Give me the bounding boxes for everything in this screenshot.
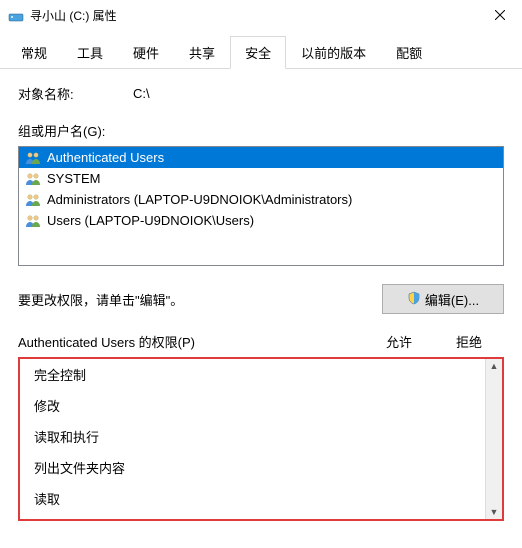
list-item[interactable]: Users (LAPTOP-U9DNOIOK\Users) <box>19 210 503 231</box>
permissions-title: Authenticated Users 的权限(P) <box>18 332 364 351</box>
permission-item[interactable]: 读取 <box>20 483 486 514</box>
permission-item[interactable]: 列出文件夹内容 <box>20 452 486 483</box>
tab-安全[interactable]: 安全 <box>230 36 286 69</box>
titlebar: 寻小山 (C:) 属性 <box>0 0 522 30</box>
users-icon <box>25 214 43 228</box>
edit-button-label: 编辑(E)... <box>425 290 479 309</box>
scroll-down-icon[interactable]: ▼ <box>486 505 502 519</box>
list-item[interactable]: Authenticated Users <box>19 147 503 168</box>
list-item[interactable]: Administrators (LAPTOP-U9DNOIOK\Administ… <box>19 189 503 210</box>
tab-配额[interactable]: 配额 <box>381 36 437 68</box>
permission-item[interactable]: 完全控制 <box>20 359 486 390</box>
properties-dialog: 寻小山 (C:) 属性 常规工具硬件共享安全以前的版本配额 对象名称: C:\ … <box>0 0 522 548</box>
users-icon <box>25 172 43 186</box>
scroll-up-icon[interactable]: ▲ <box>486 359 502 373</box>
users-icon <box>25 151 43 165</box>
allow-column-label: 允许 <box>364 332 434 351</box>
permission-item[interactable]: 写入 <box>20 514 486 519</box>
list-item-label: Authenticated Users <box>47 150 164 165</box>
shield-icon <box>407 291 421 308</box>
object-name-row: 对象名称: C:\ <box>18 84 504 103</box>
edit-row: 要更改权限，请单击"编辑"。 编辑(E)... <box>18 284 504 314</box>
list-item-label: SYSTEM <box>47 171 100 186</box>
list-item-label: Users (LAPTOP-U9DNOIOK\Users) <box>47 213 254 228</box>
list-item-label: Administrators (LAPTOP-U9DNOIOK\Administ… <box>47 192 352 207</box>
tab-工具[interactable]: 工具 <box>62 36 118 68</box>
users-icon <box>25 193 43 207</box>
window-title: 寻小山 (C:) 属性 <box>30 7 117 24</box>
edit-hint: 要更改权限，请单击"编辑"。 <box>18 290 183 309</box>
object-name-label: 对象名称: <box>18 84 133 103</box>
tab-bar: 常规工具硬件共享安全以前的版本配额 <box>0 30 522 69</box>
groups-listbox[interactable]: Authenticated Users SYSTEM Administrators … <box>18 146 504 266</box>
permission-item[interactable]: 读取和执行 <box>20 421 486 452</box>
permission-item[interactable]: 修改 <box>20 390 486 421</box>
tab-常规[interactable]: 常规 <box>6 36 62 68</box>
groups-label: 组或用户名(G): <box>18 124 105 139</box>
edit-button[interactable]: 编辑(E)... <box>382 284 504 314</box>
tab-共享[interactable]: 共享 <box>174 36 230 68</box>
tab-以前的版本[interactable]: 以前的版本 <box>286 36 381 68</box>
tab-硬件[interactable]: 硬件 <box>118 36 174 68</box>
scrollbar[interactable]: ▲ ▼ <box>485 359 502 519</box>
close-button[interactable] <box>477 0 522 30</box>
tab-panel-security: 对象名称: C:\ 组或用户名(G): Authenticated Users S… <box>0 69 522 548</box>
object-name-value: C:\ <box>133 86 150 101</box>
drive-icon <box>8 7 24 23</box>
permissions-listbox[interactable]: 完全控制修改读取和执行列出文件夹内容读取写入 ▲ ▼ <box>18 357 504 521</box>
list-item[interactable]: SYSTEM <box>19 168 503 189</box>
permissions-header: Authenticated Users 的权限(P) 允许 拒绝 <box>18 332 504 351</box>
deny-column-label: 拒绝 <box>434 332 504 351</box>
groups-section: 组或用户名(G): Authenticated Users SYSTEM Admin… <box>18 121 504 266</box>
